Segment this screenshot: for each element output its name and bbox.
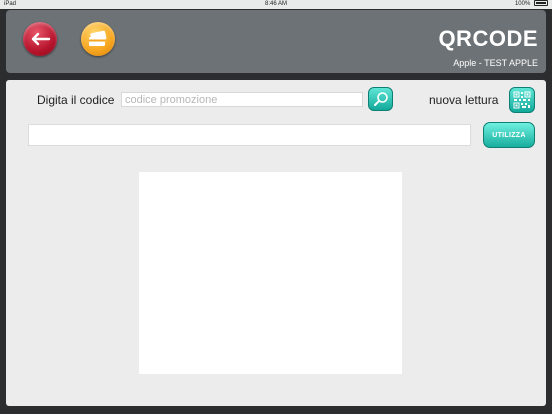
page-title: QRCODE	[438, 26, 538, 51]
use-button[interactable]: UTILIZZA	[483, 122, 535, 148]
battery-icon	[534, 0, 548, 7]
promo-code-input[interactable]	[121, 92, 363, 107]
search-button[interactable]	[368, 87, 393, 111]
qr-code-icon	[513, 91, 531, 109]
page-subtitle: Apple - TEST APPLE	[453, 58, 538, 68]
status-bar: iPad 8:46 AM 100%	[0, 0, 552, 9]
card-button[interactable]	[81, 22, 115, 56]
search-icon	[373, 92, 388, 106]
battery-label: 100%	[514, 1, 531, 7]
qr-scan-area	[139, 172, 402, 374]
new-scan-label: nuova lettura	[429, 93, 499, 107]
code-result-field[interactable]	[28, 124, 471, 146]
card-icon	[89, 30, 107, 46]
main-panel: Digita il codice nuova lettura U	[6, 80, 546, 406]
battery-status: 100%	[515, 0, 548, 9]
status-time: 8:46 AM	[264, 1, 287, 7]
back-button[interactable]	[23, 22, 57, 56]
code-label: Digita il codice	[37, 93, 115, 107]
new-scan-button[interactable]	[509, 87, 535, 113]
arrow-left-icon	[31, 32, 51, 46]
header-bar: QRCODE Apple - TEST APPLE	[6, 10, 546, 73]
